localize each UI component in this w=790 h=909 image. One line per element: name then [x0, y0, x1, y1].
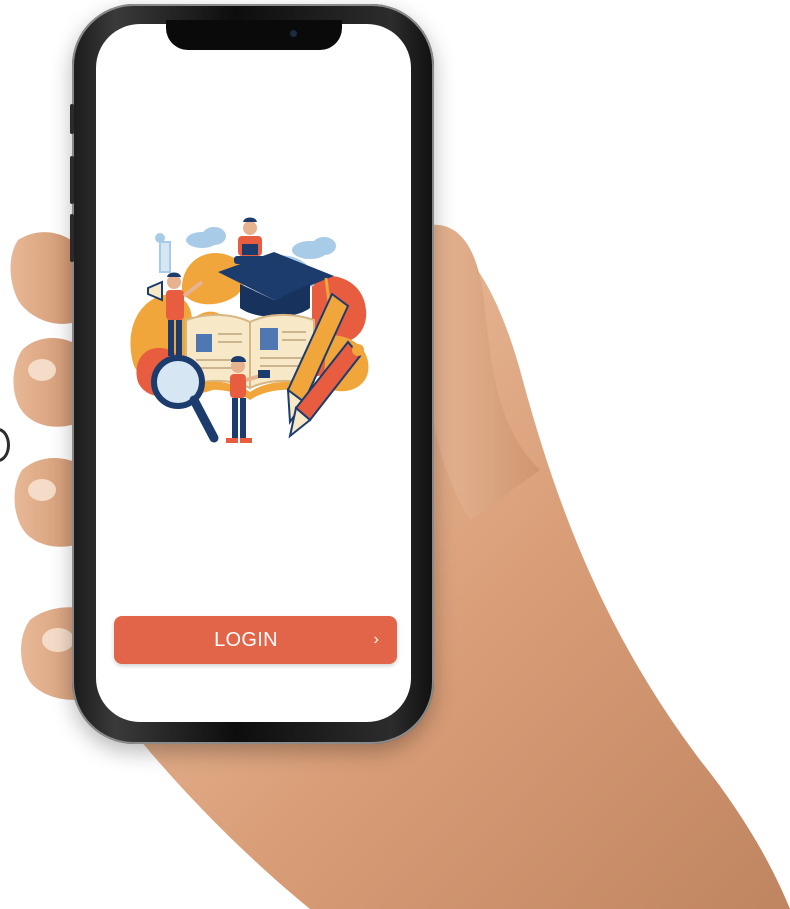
scene: LOGIN ›: [0, 0, 790, 909]
education-illustration-icon: [130, 217, 369, 443]
phone-volume-up-button: [70, 156, 74, 204]
phone-silent-switch: [70, 104, 74, 134]
chevron-right-icon: ›: [373, 631, 379, 648]
phone-volume-down-button: [70, 214, 74, 262]
login-button-label: LOGIN: [214, 629, 278, 651]
phone-notch: [166, 20, 342, 50]
front-camera-icon: [290, 30, 297, 37]
login-button[interactable]: LOGIN ›: [114, 616, 397, 664]
